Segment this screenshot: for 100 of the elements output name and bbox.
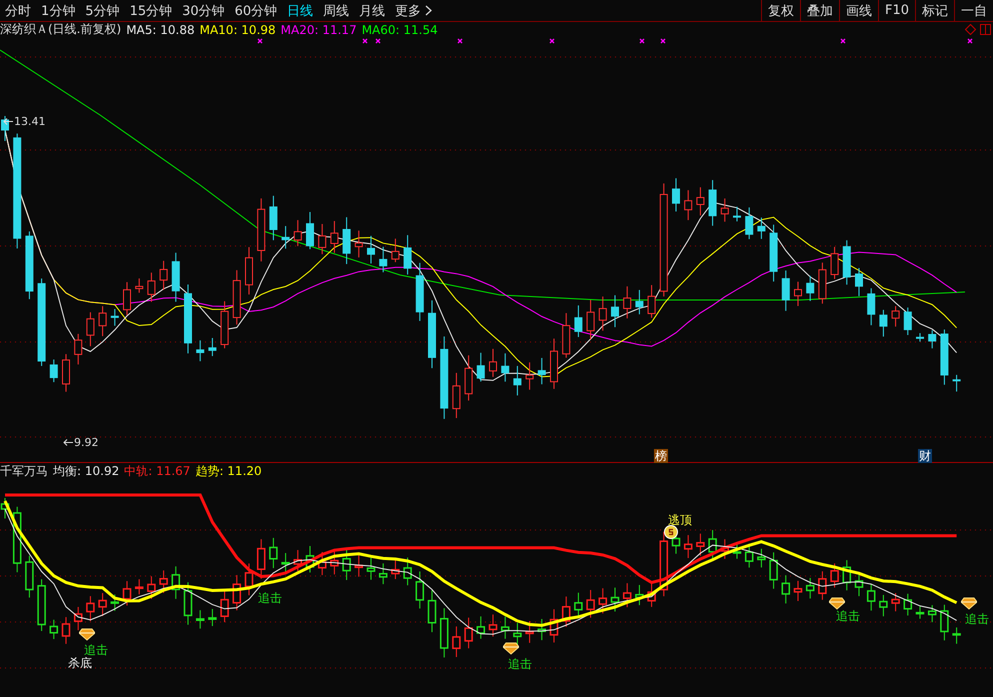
candlestick xyxy=(952,374,961,392)
candlestick xyxy=(830,562,839,588)
candlestick xyxy=(342,548,351,581)
candlestick xyxy=(12,506,22,573)
panel-toggle-icon[interactable] xyxy=(980,24,991,35)
period-tab[interactable]: 1分钟 xyxy=(36,0,80,21)
candlestick xyxy=(196,340,204,362)
candlestick xyxy=(232,574,242,611)
gem-icon xyxy=(503,641,519,655)
candlestick xyxy=(672,178,680,212)
candlestick xyxy=(708,180,717,226)
candlestick xyxy=(110,308,119,326)
candlestick xyxy=(256,538,266,580)
period-tab[interactable]: 30分钟 xyxy=(177,0,230,21)
signal-label: 杀底 xyxy=(68,656,92,672)
candlestick xyxy=(733,206,741,222)
period-tab[interactable]: 月线 xyxy=(354,0,390,21)
candlestick xyxy=(428,300,436,369)
moving-average-value: MA60: 11.54 xyxy=(362,22,438,36)
toolbar-button[interactable]: 一自 xyxy=(954,0,993,21)
candlestick xyxy=(452,626,461,658)
candlestick xyxy=(684,534,692,559)
candlestick xyxy=(330,220,338,254)
candlestick xyxy=(86,312,94,347)
candlestick xyxy=(50,619,58,640)
candlestick xyxy=(866,584,876,612)
candlestick xyxy=(489,348,497,378)
period-tab[interactable]: 5分钟 xyxy=(80,0,125,21)
price-label: 9.92 xyxy=(74,436,98,449)
candlestick xyxy=(476,616,486,640)
candlestick xyxy=(86,596,95,622)
candlestick xyxy=(598,588,608,614)
candlestick xyxy=(513,622,522,646)
candlestick xyxy=(416,570,424,609)
candlestick xyxy=(464,617,473,649)
candlestick xyxy=(806,275,814,302)
candlestick xyxy=(184,582,192,626)
cross-marker-icon xyxy=(840,38,846,44)
candlestick xyxy=(294,220,302,247)
candlestick xyxy=(98,306,107,337)
candlestick xyxy=(525,620,534,644)
toolbar-button[interactable]: F10 xyxy=(878,0,915,21)
candlestick xyxy=(281,552,290,573)
candlestick xyxy=(160,260,168,290)
candlestick xyxy=(513,365,522,396)
candlestick xyxy=(586,300,595,340)
candlestick xyxy=(244,563,254,596)
candlestick xyxy=(220,300,229,349)
price-label: 13.41 xyxy=(14,115,46,128)
toolbar-button[interactable]: 叠加 xyxy=(800,0,839,21)
candlestick xyxy=(50,358,58,383)
candlestick xyxy=(830,246,839,280)
period-tab[interactable]: 分时 xyxy=(0,0,36,21)
candlestick xyxy=(257,198,266,262)
candlestick xyxy=(940,604,949,641)
candlestick xyxy=(330,550,339,575)
toolbar-button[interactable]: 画线 xyxy=(838,0,878,21)
cross-marker-icon xyxy=(457,38,463,44)
candlestick xyxy=(428,590,436,633)
candlestick xyxy=(757,217,766,240)
candlestick xyxy=(464,354,473,402)
cross-marker-icon xyxy=(375,38,381,44)
period-tab[interactable]: 周线 xyxy=(318,0,354,21)
candlestick xyxy=(342,216,351,265)
candlestick xyxy=(696,186,704,216)
candlestick xyxy=(586,590,595,618)
toolbar-button[interactable]: 标记 xyxy=(915,0,954,21)
candlestick xyxy=(904,307,912,336)
candlestick xyxy=(818,262,826,304)
candlestick xyxy=(622,582,632,608)
candlestick xyxy=(500,616,510,640)
cross-marker-icon xyxy=(639,38,645,44)
signal-label: 逃顶 xyxy=(668,512,692,529)
stock-title: 深纺织Ａ(日线.前复权) xyxy=(0,21,122,38)
candlestick xyxy=(648,284,656,318)
more-button[interactable]: 更多 xyxy=(390,0,438,21)
candlestick xyxy=(854,573,864,597)
candlestick xyxy=(354,554,364,578)
candlestick xyxy=(1,116,9,142)
candlestick xyxy=(708,530,717,562)
signal-label: 追击 xyxy=(965,611,989,628)
candlestick xyxy=(135,278,144,294)
candlestick xyxy=(660,531,668,597)
candlestick xyxy=(147,576,156,600)
candlestick xyxy=(98,592,107,617)
candlestick xyxy=(74,333,82,365)
period-tab[interactable]: 日线 xyxy=(282,0,318,21)
candlestick xyxy=(110,594,120,612)
candlestick xyxy=(696,533,705,556)
candlestick xyxy=(757,548,766,568)
period-tab[interactable]: 15分钟 xyxy=(124,0,178,21)
candlestick xyxy=(62,616,70,644)
toolbar-button[interactable]: 复权 xyxy=(760,0,800,21)
period-tab[interactable]: 60分钟 xyxy=(230,0,282,21)
candlestick xyxy=(891,592,900,612)
candlestick xyxy=(403,557,412,586)
candlestick xyxy=(391,558,400,580)
candlestick xyxy=(62,354,70,392)
candlestick xyxy=(940,329,948,386)
candlestick xyxy=(892,306,900,328)
